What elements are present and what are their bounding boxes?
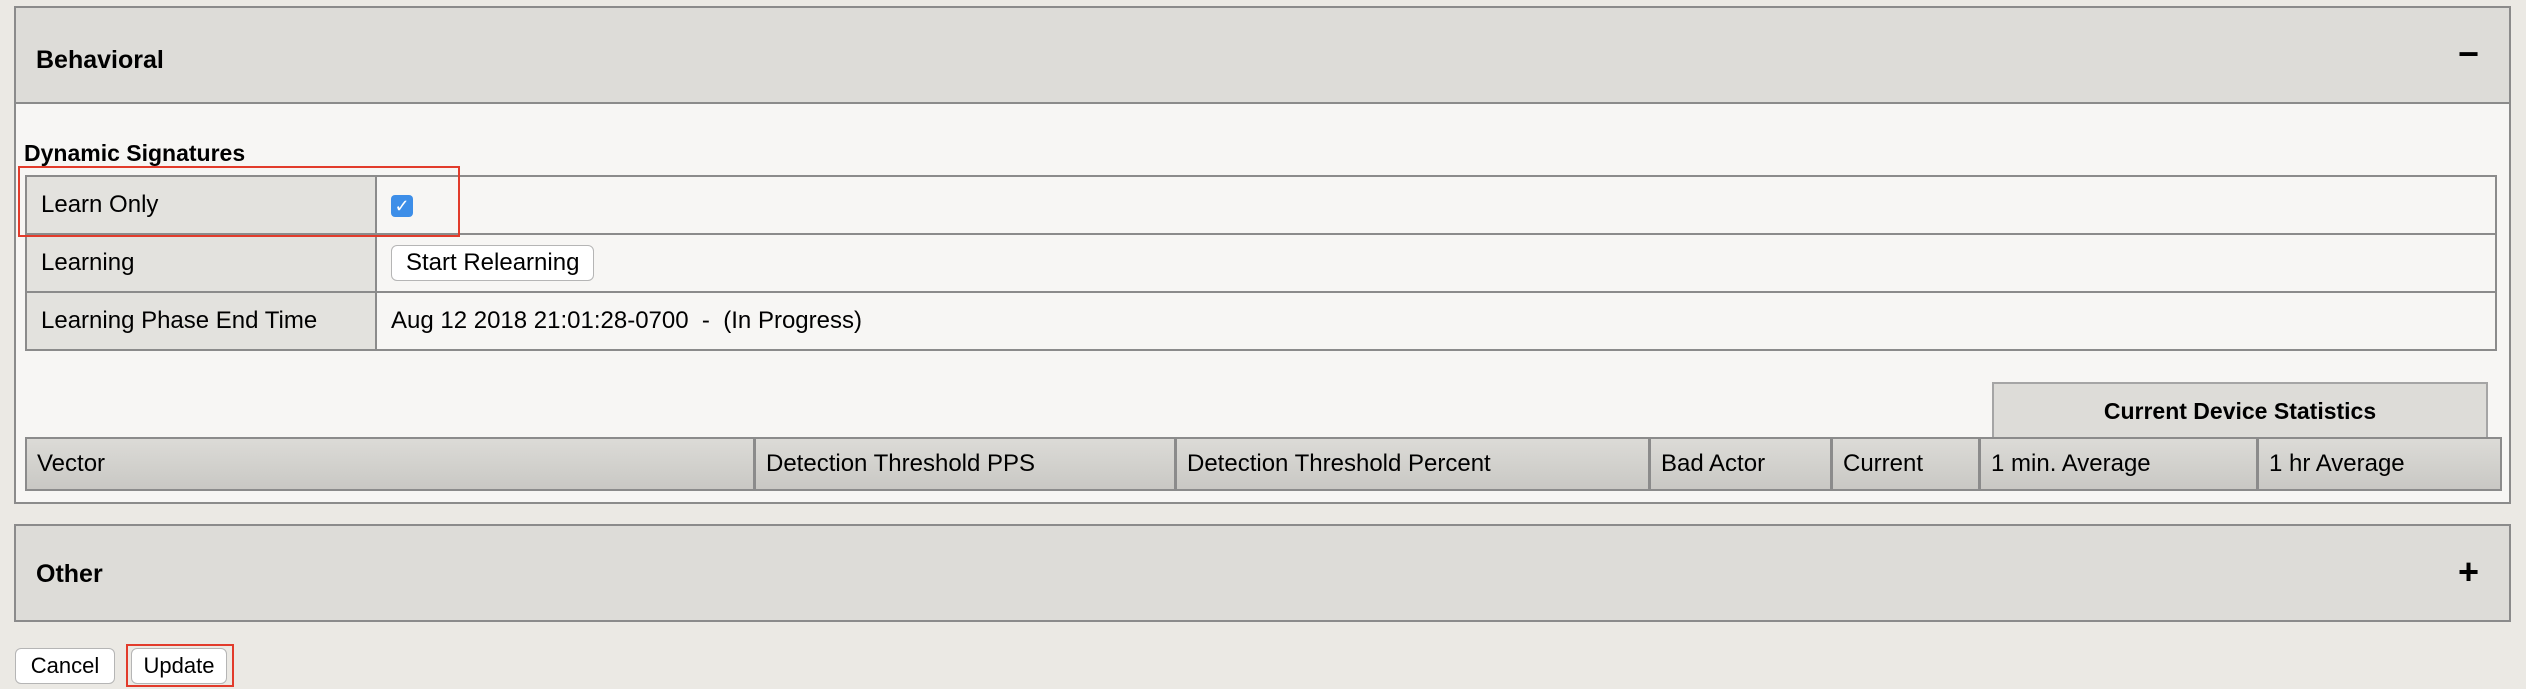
column-bad-actor[interactable]: Bad Actor [1651,439,1833,489]
column-1-min-average[interactable]: 1 min. Average [1981,439,2259,489]
column-detection-threshold-percent[interactable]: Detection Threshold Percent [1177,439,1651,489]
row-learning-phase-end-time: Learning Phase End Time Aug 12 2018 21:0… [25,291,2497,351]
cancel-button[interactable]: Cancel [15,648,115,684]
learn-only-highlight [18,166,460,237]
collapse-icon[interactable]: − [2458,36,2479,72]
learning-phase-end-time-label: Learning Phase End Time [25,291,377,351]
vector-table-header: Vector Detection Threshold PPS Detection… [25,437,2502,491]
other-panel-title: Other [36,560,103,588]
expand-icon[interactable]: + [2458,554,2479,590]
start-relearning-button[interactable]: Start Relearning [391,245,595,281]
behavioral-panel-header[interactable]: Behavioral − [16,8,2509,104]
learning-label: Learning [25,233,377,293]
learn-only-value: ✓ [375,175,2497,235]
column-vector[interactable]: Vector [27,439,756,489]
column-1-hr-average[interactable]: 1 hr Average [2259,439,2500,489]
section-title-dynamic-signatures: Dynamic Signatures [24,140,246,166]
other-panel-header[interactable]: Other + [16,526,2509,620]
other-panel: Other + [14,524,2511,622]
learning-phase-end-time-value: Aug 12 2018 21:01:28-0700 - (In Progress… [375,291,2497,351]
behavioral-panel-title: Behavioral [36,46,164,74]
learning-value: Start Relearning [375,233,2497,293]
update-highlight [126,644,234,687]
row-learning: Learning Start Relearning [25,233,2497,293]
current-device-statistics-header: Current Device Statistics [1992,382,2488,438]
column-detection-threshold-pps[interactable]: Detection Threshold PPS [756,439,1177,489]
column-current[interactable]: Current [1833,439,1981,489]
